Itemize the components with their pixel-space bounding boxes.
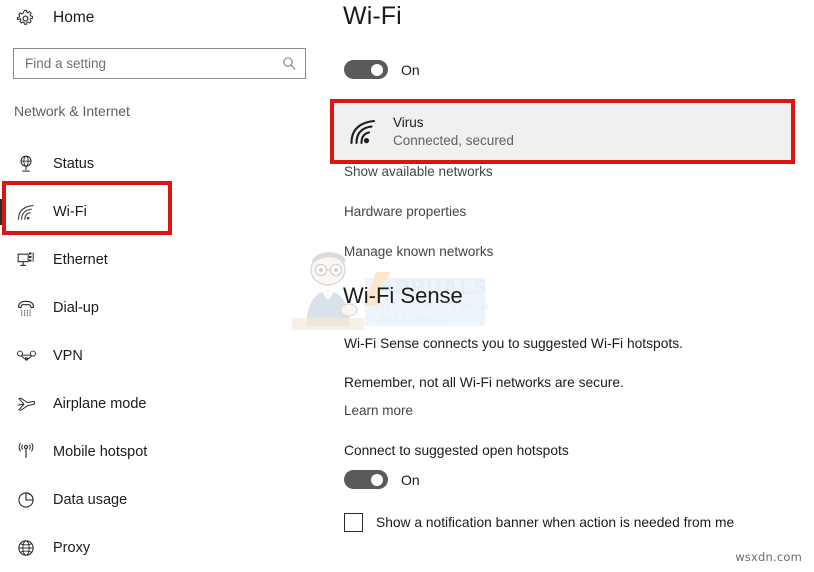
sidebar-item-label: Proxy xyxy=(53,540,90,556)
sidebar-item-label: Wi-Fi xyxy=(53,204,87,220)
toggle-switch-track[interactable] xyxy=(344,60,388,79)
sidebar-section-title: Network & Internet xyxy=(14,103,130,119)
wifi-connected-icon xyxy=(347,117,381,147)
sidebar-item-vpn[interactable]: VPN xyxy=(0,332,330,380)
sidebar-item-label: Status xyxy=(53,156,94,172)
network-name: Virus xyxy=(393,114,514,131)
site-watermark: wsxdn.com xyxy=(735,550,802,564)
gear-icon xyxy=(14,7,36,29)
sidebar-item-data-usage[interactable]: Data usage xyxy=(0,476,330,524)
search-icon[interactable] xyxy=(281,56,297,72)
sidebar-item-dialup[interactable]: Dial-up xyxy=(0,284,330,332)
status-globe-icon xyxy=(14,152,38,176)
wifi-sense-title: Wi-Fi Sense xyxy=(343,283,463,309)
settings-window: APPUALS TECH HOW-TO'S FROM THE EXPERTS H… xyxy=(0,0,814,570)
learn-more-link[interactable]: Learn more xyxy=(344,403,413,418)
wifi-toggle-state-label: On xyxy=(401,62,420,78)
sidebar-item-label: Ethernet xyxy=(53,252,108,268)
airplane-icon xyxy=(14,392,38,416)
sidebar-item-wifi[interactable]: Wi-Fi xyxy=(0,188,330,236)
wifi-sense-warning: Remember, not all Wi-Fi networks are sec… xyxy=(344,375,624,390)
connected-network-row[interactable]: Virus Connected, secured xyxy=(334,103,791,160)
hotspot-setting-label: Connect to suggested open hotspots xyxy=(344,443,569,458)
sidebar-item-home[interactable]: Home xyxy=(14,4,94,32)
vpn-icon xyxy=(14,344,38,368)
toggle-switch-knob xyxy=(371,64,383,76)
dialup-phone-icon xyxy=(14,296,38,320)
hotspot-icon xyxy=(14,440,38,464)
sidebar-item-proxy[interactable]: Proxy xyxy=(0,524,330,572)
sidebar-item-airplane-mode[interactable]: Airplane mode xyxy=(0,380,330,428)
sidebar-item-label: Mobile hotspot xyxy=(53,444,147,460)
search-input[interactable] xyxy=(25,56,281,71)
page-title: Wi-Fi xyxy=(343,2,402,31)
notification-banner-checkbox[interactable] xyxy=(344,513,363,532)
hardware-properties-link[interactable]: Hardware properties xyxy=(344,204,466,219)
sidebar-item-label: VPN xyxy=(53,348,83,364)
sidebar-nav-list: Status Wi-Fi xyxy=(0,140,330,572)
network-text-block: Virus Connected, secured xyxy=(393,114,514,149)
hotspot-toggle-state-label: On xyxy=(401,472,420,488)
hotspot-toggle[interactable]: On xyxy=(344,470,420,489)
manage-known-networks-link[interactable]: Manage known networks xyxy=(344,244,493,259)
sidebar-item-mobile-hotspot[interactable]: Mobile hotspot xyxy=(0,428,330,476)
sidebar: Home Network & Internet xyxy=(0,0,330,570)
network-status: Connected, secured xyxy=(393,132,514,149)
sidebar-item-ethernet[interactable]: Ethernet xyxy=(0,236,330,284)
sidebar-item-label: Airplane mode xyxy=(53,396,147,412)
toggle-switch-knob xyxy=(371,474,383,486)
sidebar-item-label: Data usage xyxy=(53,492,127,508)
pie-chart-icon xyxy=(14,488,38,512)
wifi-sense-description: Wi-Fi Sense connects you to suggested Wi… xyxy=(344,336,683,351)
sidebar-item-status[interactable]: Status xyxy=(0,140,330,188)
sidebar-item-label: Dial-up xyxy=(53,300,99,316)
toggle-switch-track[interactable] xyxy=(344,470,388,489)
wifi-icon xyxy=(14,200,38,224)
show-available-networks-link[interactable]: Show available networks xyxy=(344,164,493,179)
globe-icon xyxy=(14,536,38,560)
wifi-toggle[interactable]: On xyxy=(344,60,420,79)
search-box[interactable] xyxy=(13,48,306,79)
notification-banner-label: Show a notification banner when action i… xyxy=(376,515,734,530)
sidebar-home-label: Home xyxy=(53,9,94,27)
ethernet-icon xyxy=(14,248,38,272)
notification-banner-checkbox-row[interactable]: Show a notification banner when action i… xyxy=(344,513,734,532)
